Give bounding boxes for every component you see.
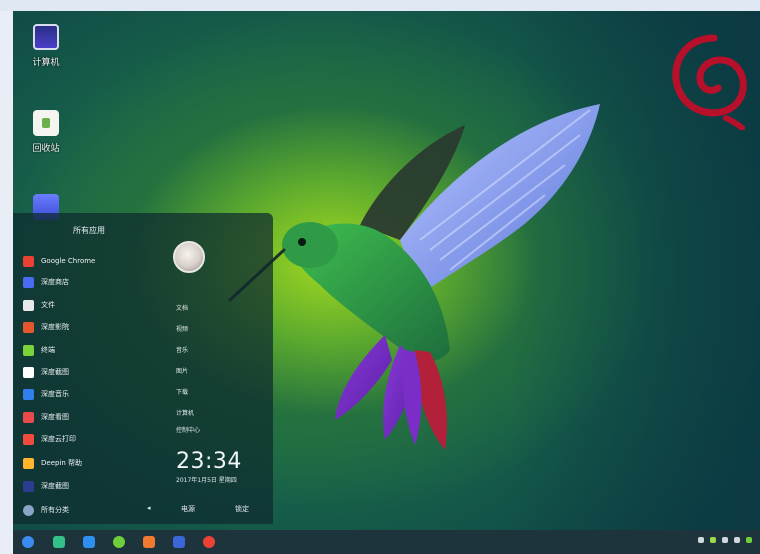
menu-item[interactable]: 深度截图: [23, 365, 69, 379]
desktop-trash-shortcut[interactable]: 回收站: [22, 110, 70, 154]
menu-item[interactable]: 深度截图: [23, 479, 69, 493]
app-list-header: 所有应用: [73, 226, 105, 235]
shortcut-music[interactable]: 音乐: [176, 345, 188, 354]
chrome-icon[interactable]: [203, 536, 215, 548]
menu-item-label: 深度云打印: [41, 435, 76, 443]
debian-logo-icon: [672, 34, 747, 130]
files-icon: [23, 299, 34, 311]
collapse-arrow-icon[interactable]: ◂: [147, 504, 151, 512]
desktop-screen: 计算机 回收站 所有应用 Google Chrome 深度商店 文件 深度影院 …: [0, 0, 760, 554]
print-icon: [23, 433, 34, 445]
start-menu: 所有应用 Google Chrome 深度商店 文件 深度影院 终端 深度截图 …: [13, 213, 273, 524]
clock-time: 23:34: [176, 449, 242, 474]
store-icon[interactable]: [143, 536, 155, 548]
menu-item-label: 深度看图: [41, 413, 69, 421]
shortcut-pictures[interactable]: 图片: [176, 366, 188, 375]
app-list: 所有应用 Google Chrome 深度商店 文件 深度影院 终端 深度截图 …: [13, 213, 163, 524]
menu-item[interactable]: 文件: [23, 298, 55, 312]
lock-button[interactable]: 锁定: [235, 504, 249, 514]
menu-item[interactable]: 深度商店: [23, 275, 69, 289]
menu-item[interactable]: 深度影院: [23, 320, 69, 334]
menu-item-label: 深度音乐: [41, 390, 69, 398]
volume-icon[interactable]: [710, 537, 716, 543]
menu-bottom-bar: ◂ 电源 锁定: [13, 501, 273, 521]
taskbar: [13, 530, 760, 554]
menu-item[interactable]: 深度云打印: [23, 432, 76, 446]
network-icon[interactable]: [698, 537, 704, 543]
power-button[interactable]: 电源: [181, 504, 195, 514]
computer-icon: [33, 24, 59, 50]
shortcut-downloads[interactable]: 下载: [176, 387, 188, 396]
menu-item-label: 深度截图: [41, 482, 69, 490]
launcher-icon[interactable]: [22, 536, 34, 548]
menu-item[interactable]: Google Chrome: [23, 254, 95, 268]
menu-item-label: 深度影院: [41, 323, 69, 331]
shortcut-control-center[interactable]: 控制中心: [176, 425, 200, 434]
store-icon: [23, 276, 34, 288]
menu-item-label: 深度商店: [41, 278, 69, 286]
menu-item[interactable]: Deepin 帮助: [23, 456, 82, 470]
multitask-icon[interactable]: [53, 536, 65, 548]
system-tray: [698, 537, 752, 543]
trash-icon: [33, 110, 59, 136]
menu-item-label: Deepin 帮助: [41, 459, 83, 467]
screenshot-icon: [23, 366, 34, 378]
hummingbird-image: [228, 104, 600, 450]
menu-item[interactable]: 深度看图: [23, 410, 69, 424]
menu-item[interactable]: 终端: [23, 343, 55, 357]
menu-item[interactable]: 深度音乐: [23, 387, 69, 401]
app-icon[interactable]: [173, 536, 185, 548]
terminal-icon: [23, 344, 34, 356]
notification-icon[interactable]: [734, 537, 740, 543]
shortcut-videos[interactable]: 视频: [176, 324, 188, 333]
chrome-icon: [23, 255, 34, 267]
browser-icon[interactable]: [113, 536, 125, 548]
battery-icon[interactable]: [722, 537, 728, 543]
desktop-icon-label: 回收站: [32, 144, 60, 154]
music-icon: [23, 388, 34, 400]
menu-item-label: 文件: [41, 301, 55, 309]
window-top-bar: [0, 0, 760, 11]
desktop-icon-label: 计算机: [32, 58, 60, 68]
menu-item-label: 深度截图: [41, 368, 69, 376]
files-icon[interactable]: [83, 536, 95, 548]
status-icon[interactable]: [746, 537, 752, 543]
capture-icon: [23, 480, 34, 492]
image-viewer-icon: [23, 411, 34, 423]
desktop-computer-shortcut[interactable]: 计算机: [22, 24, 70, 68]
movie-icon: [23, 321, 34, 333]
help-icon: [23, 457, 34, 469]
shortcut-documents[interactable]: 文档: [176, 303, 188, 312]
shortcut-computer[interactable]: 计算机: [176, 408, 194, 417]
menu-item-label: Google Chrome: [41, 257, 96, 265]
clock-date: 2017年1月5日 星期四: [176, 477, 237, 484]
user-avatar[interactable]: [173, 241, 205, 273]
menu-item-label: 终端: [41, 346, 55, 354]
